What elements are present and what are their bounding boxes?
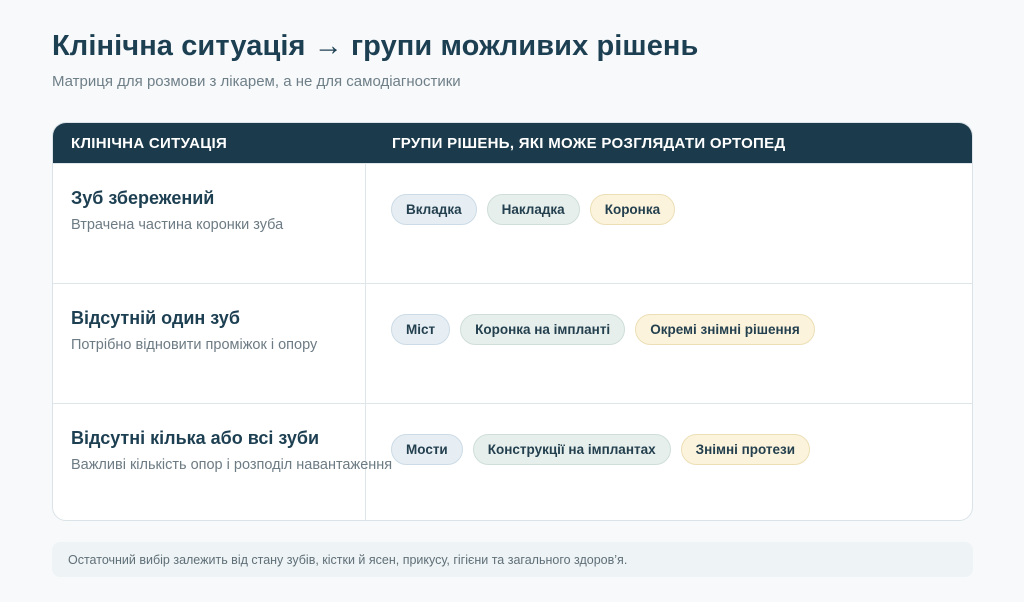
solution-chip: Окремі знімні рішення (635, 314, 815, 345)
solution-chip: Коронка (589, 194, 676, 225)
solutions-cell: Мости Конструкції на імплантах Знімні пр… (366, 404, 811, 520)
situation-cell: Зуб збережений Втрачена частина коронки … (53, 164, 366, 283)
situation-description: Важливі кількість опор і розподіл навант… (71, 457, 393, 473)
table-row: Відсутній один зуб Потрібно відновити пр… (53, 283, 972, 403)
solution-chip: Вкладка (391, 194, 477, 225)
matrix-header: КЛІНІЧНА СИТУАЦІЯ ГРУПИ РІШЕНЬ, ЯКІ МОЖЕ… (53, 123, 972, 163)
situation-title: Зуб збережений (71, 188, 215, 208)
situation-cell: Відсутній один зуб Потрібно відновити пр… (53, 284, 366, 403)
solution-chip: Знімні протези (680, 434, 811, 465)
footnote: Остаточний вибір залежить від стану зубі… (52, 542, 973, 577)
situation-description: Втрачена частина коронки зуба (71, 217, 284, 233)
solution-chip: Коронка на імпланті (460, 314, 626, 345)
solution-chip: Мости (391, 434, 463, 465)
situation-cell: Відсутні кілька або всі зуби Важливі кіл… (53, 404, 393, 520)
page-subtitle: Матриця для розмови з лікарем, а не для … (52, 73, 461, 90)
solutions-matrix: КЛІНІЧНА СИТУАЦІЯ ГРУПИ РІШЕНЬ, ЯКІ МОЖЕ… (52, 122, 973, 521)
solution-chip: Накладка (486, 194, 580, 225)
solutions-cell: Міст Коронка на імпланті Окремі знімні р… (366, 284, 815, 403)
solutions-cell: Вкладка Накладка Коронка (366, 164, 676, 283)
column-header-situation: КЛІНІЧНА СИТУАЦІЯ (71, 134, 228, 152)
table-row: Зуб збережений Втрачена частина коронки … (53, 163, 972, 283)
solution-chip: Міст (391, 314, 451, 345)
situation-title: Відсутні кілька або всі зуби (71, 428, 320, 448)
situation-description: Потрібно відновити проміжок і опору (71, 337, 318, 353)
situation-title: Відсутній один зуб (71, 308, 240, 328)
solution-chip: Конструкції на імплантах (472, 434, 671, 465)
page-title: Клінічна ситуація → групи можливих рішен… (52, 30, 699, 62)
column-header-solutions: ГРУПИ РІШЕНЬ, ЯКІ МОЖЕ РОЗГЛЯДАТИ ОРТОПЕ… (392, 134, 786, 152)
table-row: Відсутні кілька або всі зуби Важливі кіл… (53, 403, 972, 520)
